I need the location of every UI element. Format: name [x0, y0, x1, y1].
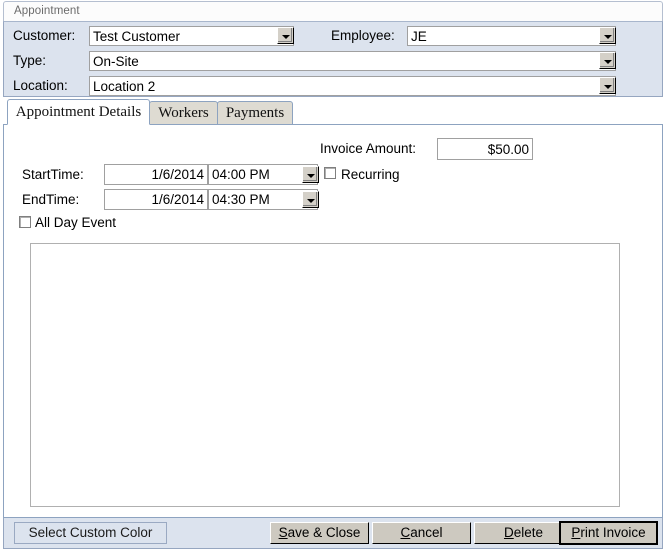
type-input[interactable]: On-Site	[89, 51, 616, 71]
select-custom-color-button[interactable]: Select Custom Color	[14, 522, 167, 544]
cancel-accel: C	[400, 525, 411, 540]
start-time-dropdown-icon[interactable]	[302, 166, 319, 183]
tab-payments[interactable]: Payments	[217, 101, 293, 125]
print-rest: rint Invoice	[580, 525, 646, 540]
end-time-label: EndTime:	[22, 192, 80, 207]
customer-dropdown-icon[interactable]	[277, 27, 294, 44]
employee-input[interactable]: JE	[407, 26, 616, 46]
all-day-event-label: All Day Event	[35, 215, 117, 230]
start-date-input[interactable]: 1/6/2014	[104, 164, 208, 185]
cancel-rest: ancel	[410, 525, 443, 540]
end-time-dropdown-icon[interactable]	[302, 191, 319, 208]
location-dropdown-icon[interactable]	[599, 77, 616, 94]
customer-label: Customer:	[13, 28, 76, 43]
type-dropdown-icon[interactable]	[599, 52, 616, 69]
tab-strip: Appointment Details Workers Payments	[3, 99, 663, 125]
location-label: Location:	[13, 78, 68, 93]
location-input[interactable]: Location 2	[89, 76, 616, 96]
save-accel: S	[278, 525, 288, 540]
delete-accel: D	[503, 525, 514, 540]
header-panel: Customer: Test Customer Employee: JE Typ…	[3, 21, 663, 97]
appointment-details-panel: Invoice Amount: $50.00 StartTime: 1/6/20…	[3, 124, 663, 518]
all-day-event-checkbox[interactable]	[19, 216, 31, 228]
save-and-close-button[interactable]: Save & Close	[270, 522, 369, 544]
appointment-window: Appointment Customer: Test Customer Empl…	[0, 0, 666, 552]
end-date-input[interactable]: 1/6/2014	[104, 189, 208, 210]
action-bar: Select Custom Color Save & Close Cancel …	[3, 518, 663, 549]
recurring-checkbox[interactable]	[324, 167, 336, 179]
save-rest: ave & Close	[287, 525, 361, 540]
cancel-button[interactable]: Cancel	[372, 522, 471, 544]
notes-textarea[interactable]	[30, 243, 620, 507]
customer-input[interactable]: Test Customer	[89, 26, 294, 46]
document-tab-appointment[interactable]: Appointment	[3, 1, 663, 21]
print-accel: P	[571, 525, 581, 540]
print-invoice-button[interactable]: Print Invoice	[559, 521, 658, 545]
delete-rest: elete	[513, 525, 544, 540]
tab-appointment-details[interactable]: Appointment Details	[7, 99, 150, 125]
invoice-amount-label: Invoice Amount:	[320, 141, 417, 156]
employee-dropdown-icon[interactable]	[599, 27, 616, 44]
start-time-label: StartTime:	[22, 167, 84, 182]
tab-workers[interactable]: Workers	[149, 101, 218, 125]
recurring-label: Recurring	[341, 167, 400, 182]
employee-label: Employee:	[331, 28, 395, 43]
document-tab-label: Appointment	[14, 5, 80, 17]
type-label: Type:	[13, 53, 47, 68]
invoice-amount-input[interactable]: $50.00	[437, 138, 533, 160]
document-tab-strip: Appointment	[0, 0, 666, 21]
